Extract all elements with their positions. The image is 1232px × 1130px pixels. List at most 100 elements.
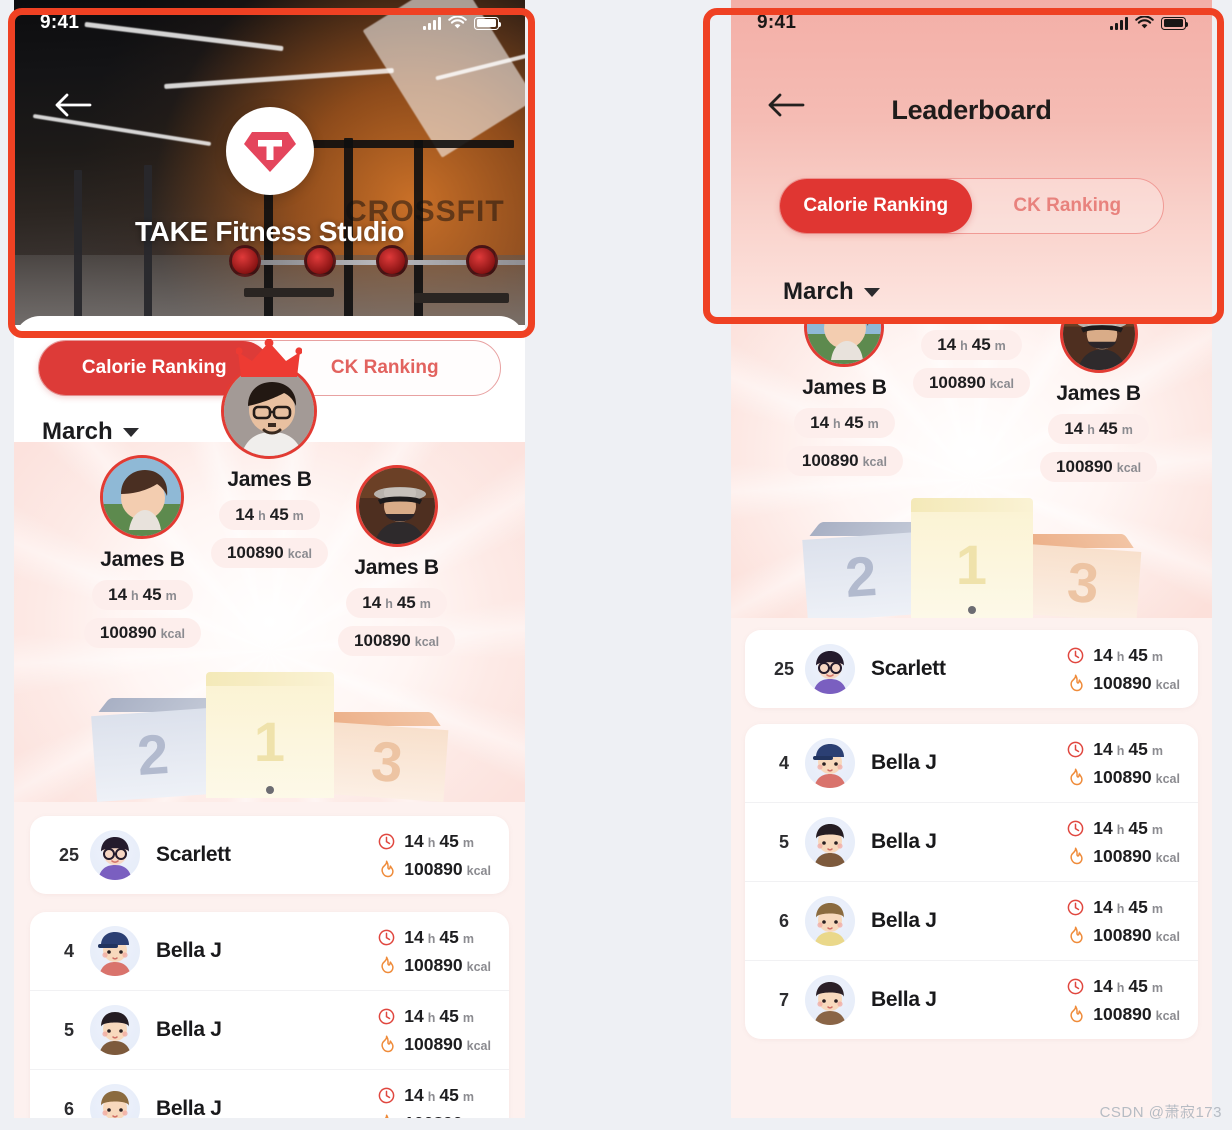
row-stats: 14h45m 100890kcal — [1067, 897, 1180, 946]
clock-icon — [378, 1008, 395, 1024]
chevron-down-icon — [863, 287, 880, 297]
time-minutes-unit: m — [1121, 423, 1133, 437]
row-stats: 14 h 45 m 100890 kcal — [378, 831, 491, 880]
winner-name: James B — [929, 318, 1014, 322]
back-button[interactable] — [54, 92, 92, 118]
calories-unit: kcal — [160, 627, 185, 641]
winner-time-pill: 14 h 45 m — [794, 408, 895, 438]
winner-name: James B — [1056, 382, 1141, 405]
winner-second-place[interactable]: James B 14 h 45 m 100890 kcal — [83, 455, 201, 648]
self-rank-card: 25 Scarlett 14 h 45 m 100890 kcal — [30, 816, 509, 894]
time-hours-unit: h — [427, 931, 436, 946]
month-label: March — [783, 278, 854, 305]
flame-icon — [1070, 768, 1083, 786]
flame-icon — [1070, 847, 1083, 865]
left-status-bar: 9:41 — [14, 0, 525, 46]
right-ranking-tabs: Calorie Ranking CK Ranking — [779, 178, 1164, 234]
podium-block-2: 2 — [90, 698, 217, 803]
calories-value: 100890 — [1093, 924, 1152, 945]
avatar — [804, 318, 885, 367]
time-hours: 14 — [404, 830, 424, 851]
podium-center-dot — [265, 786, 274, 794]
table-row[interactable]: 25 Scarlett 14 h 45 m 100890 kcal — [745, 630, 1198, 708]
avatar-yellow-scarf-icon — [805, 896, 855, 946]
avatar — [1059, 318, 1138, 373]
calories-unit: kcal — [1155, 1008, 1180, 1023]
time-hours: 14 — [1093, 644, 1113, 665]
time-minutes-unit: m — [462, 835, 474, 850]
table-row[interactable]: 6Bella J14h45m100890kcal — [745, 881, 1198, 960]
time-minutes-unit: m — [1151, 822, 1163, 837]
tab-calorie-ranking[interactable]: Calorie Ranking — [780, 179, 972, 233]
winner-first-place[interactable]: James B 14 h 45 m 100890 kcal — [210, 339, 329, 568]
podium-block-label: 3 — [1064, 549, 1101, 616]
time-minutes: 45 — [142, 585, 162, 604]
status-time: 9:41 — [40, 12, 80, 33]
row-name: Bella J — [156, 1018, 222, 1041]
winner-third-place[interactable]: James B 14 h 45 m 100890 kcal — [1040, 318, 1158, 482]
back-button[interactable] — [767, 92, 805, 118]
time-hours: 14 — [1064, 419, 1084, 438]
calories-value: 100890 — [99, 623, 157, 642]
right-phone-screen: 9:41 Leaderboard Calorie Ranking CK Rank… — [731, 0, 1212, 1118]
time-minutes: 45 — [1128, 975, 1148, 996]
diamond-t-logo-icon — [243, 132, 296, 172]
time-minutes-unit: m — [462, 1089, 474, 1104]
time-minutes-unit: m — [462, 1010, 474, 1025]
table-row[interactable]: 6Bella J14h45m100890kcal — [30, 1069, 509, 1118]
row-rank: 5 — [778, 831, 789, 852]
time-hours-unit: h — [1116, 743, 1125, 758]
podium-block-label: 3 — [368, 728, 405, 795]
avatar-dark-hair-icon — [90, 1005, 140, 1055]
calories-unit: kcal — [287, 547, 313, 561]
winner-third-place[interactable]: James B 14 h 45 m 100890 kcal — [338, 465, 456, 656]
flame-icon — [381, 956, 394, 974]
calories-value: 100890 — [404, 954, 463, 975]
tab-ck-ranking[interactable]: CK Ranking — [972, 179, 1164, 233]
time-minutes: 45 — [971, 335, 991, 354]
flame-icon — [1070, 1005, 1083, 1023]
calories-value: 100890 — [1093, 1003, 1152, 1024]
row-name: Scarlett — [871, 657, 946, 680]
calories-unit: kcal — [466, 1038, 491, 1053]
table-row[interactable]: 5 Bella J 14 h 45 m 100890 kcal — [745, 802, 1198, 881]
time-hours-unit: h — [427, 835, 436, 850]
winner-calorie-pill: 100890 kcal — [1040, 452, 1158, 482]
table-row[interactable]: 5 Bella J 14 h 45 m 100890 kcal — [30, 990, 509, 1069]
calories-unit: kcal — [466, 959, 491, 974]
time-minutes: 45 — [439, 1084, 459, 1105]
time-hours: 14 — [235, 505, 255, 524]
left-phone-screen: CROSSFIT 9:41 TAKE Fitness Studio Calori… — [14, 0, 525, 1118]
row-rank: 5 — [63, 1019, 74, 1040]
winner-first-place[interactable]: James B 14 h 45 m 100890 kcal — [912, 318, 1031, 398]
time-hours-unit: h — [427, 1010, 436, 1025]
calories-value: 100890 — [404, 858, 463, 879]
calories-value: 100890 — [1093, 845, 1152, 866]
flame-icon — [385, 1114, 389, 1118]
row-stats: 14h45m 100890kcal — [1067, 739, 1180, 788]
calories-unit: kcal — [862, 455, 887, 469]
flame-icon — [381, 1035, 394, 1053]
time-hours: 14 — [1093, 738, 1113, 759]
calories-unit: kcal — [1155, 771, 1180, 786]
time-minutes: 45 — [1128, 738, 1148, 759]
clock-icon — [378, 929, 395, 945]
row-rank: 6 — [778, 910, 789, 931]
time-hours: 14 — [362, 593, 382, 612]
winner-second-place[interactable]: James B 14 h 45 m 100890 kcal — [785, 318, 903, 476]
self-rank-card: 25 Scarlett 14 h 45 m 100890 kcal — [745, 630, 1198, 708]
table-row[interactable]: 25 Scarlett 14 h 45 m 100890 kcal — [30, 816, 509, 894]
clock-icon — [378, 1087, 395, 1103]
winner-time-pill: 14 h 45 m — [219, 500, 320, 530]
table-row[interactable]: 4 Bella J 14 h 45 m 100890 kcal — [745, 724, 1198, 802]
row-name: Bella J — [871, 830, 937, 853]
crown-icon — [236, 339, 303, 377]
calories-unit: kcal — [467, 1118, 491, 1119]
table-row[interactable]: 4 Bella J 14 h 45 m 100890 kcal — [30, 912, 509, 990]
time-minutes: 45 — [439, 830, 459, 851]
right-leaderboard-list: 25 Scarlett 14 h 45 m 100890 kcal 4 Bell… — [731, 618, 1212, 1118]
table-row[interactable]: 7 Bella J 14 h 45 m 100890 kcal — [745, 960, 1198, 1039]
right-month-filter[interactable]: March — [783, 278, 880, 306]
chevron-down-icon — [122, 427, 139, 437]
brand-logo-badge — [225, 107, 314, 195]
